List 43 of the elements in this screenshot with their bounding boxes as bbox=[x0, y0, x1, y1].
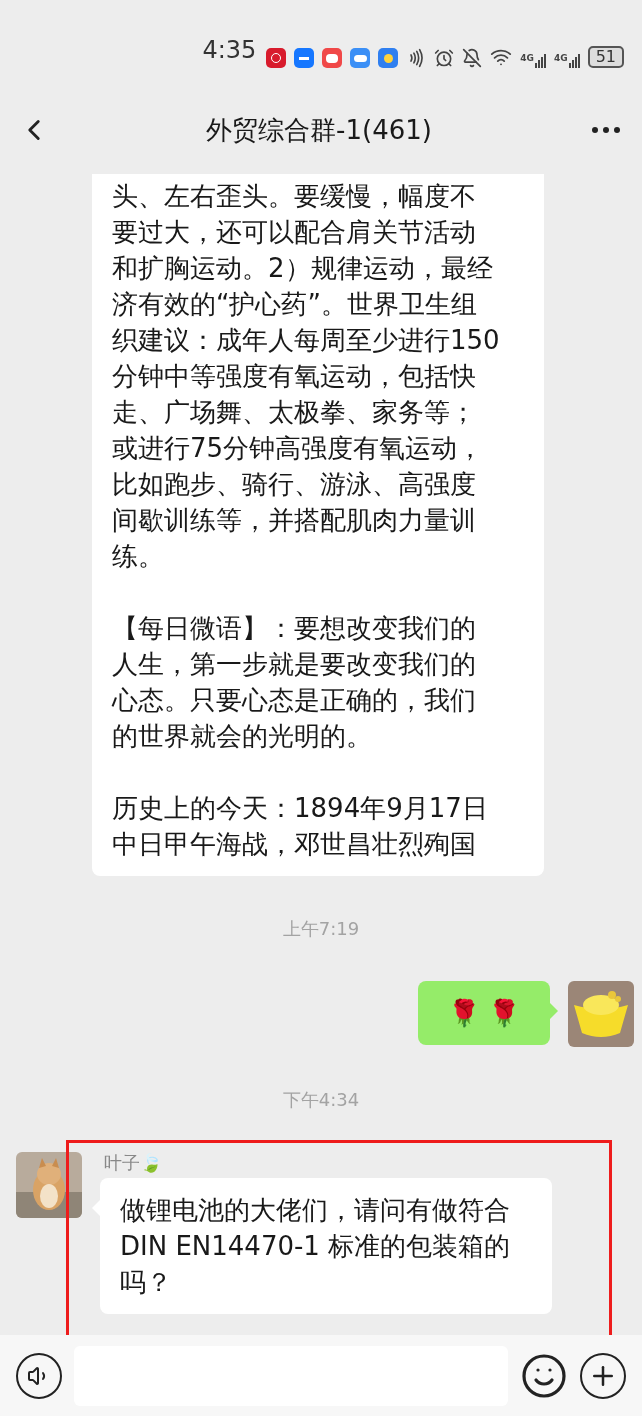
message-bubble[interactable]: 做锂电池的大佬们，请问有做符合 DIN EN14470-1 标准的包装箱的 吗？ bbox=[100, 1178, 552, 1314]
chat-title: 外贸综合群-1(461) bbox=[206, 113, 432, 147]
message-text: 和扩胸运动。2）规律运动，最经 bbox=[112, 252, 494, 285]
message-text: 中日甲午海战，邓世昌壮烈殉国 bbox=[112, 828, 477, 861]
message-text: 【每日微语】：要想改变我们的 bbox=[112, 612, 477, 645]
timestamp: 上午7:19 bbox=[282, 917, 360, 941]
message-text: 分钟中等强度有氧运动，包括快 bbox=[112, 360, 477, 393]
message-text: 头、左右歪头。要缓慢，幅度不 bbox=[112, 180, 477, 213]
signal-indicator: 4G bbox=[520, 54, 546, 68]
voice-button[interactable] bbox=[16, 1352, 62, 1399]
message-text: 走、广场舞、太极拳、家务等； bbox=[112, 396, 477, 429]
timestamp: 下午4:34 bbox=[282, 1088, 360, 1112]
message-text: DIN EN14470-1 标准的包装箱的 bbox=[120, 1230, 512, 1263]
app-notification-icon bbox=[322, 48, 343, 68]
bell-off-icon bbox=[462, 48, 483, 68]
app-notification-icon bbox=[266, 48, 287, 68]
emoji-button[interactable] bbox=[520, 1351, 568, 1400]
message-bubble[interactable]: 🌹 🌹 bbox=[417, 981, 550, 1045]
signal-indicator: 4G bbox=[554, 54, 580, 68]
add-button[interactable] bbox=[580, 1352, 626, 1399]
sender-name: 叶子🍃 bbox=[103, 1152, 162, 1174]
message-text: 人生，第一步就是要改变我们的 bbox=[112, 648, 477, 681]
app-notification-icon bbox=[378, 48, 399, 68]
app-notification-icon bbox=[350, 48, 371, 68]
message-text: 或进行75分钟高强度有氧运动， bbox=[112, 432, 485, 465]
message-text: 心态。只要心态是正确的，我们 bbox=[112, 684, 477, 717]
status-time: 4:35 bbox=[202, 35, 257, 66]
message-text: 吗？ bbox=[120, 1266, 173, 1299]
message-text: 历史上的今天：1894年9月17日 bbox=[112, 792, 489, 825]
message-text: 比如跑步、骑行、游泳、高强度 bbox=[112, 468, 477, 501]
message-text: 间歇训练等，并搭配肌肉力量训 bbox=[112, 504, 477, 537]
message-text: 要过大，还可以配合肩关节活动 bbox=[112, 216, 477, 249]
emoji-icon bbox=[520, 1351, 568, 1400]
message-text: 做锂电池的大佬们，请问有做符合 bbox=[120, 1194, 511, 1227]
alarm-icon bbox=[434, 48, 455, 68]
battery-indicator: 51 bbox=[587, 46, 624, 68]
more-icon bbox=[592, 127, 620, 133]
app-notification-icon bbox=[294, 48, 315, 68]
message-text: 织建议：成年人每周至少进行150 bbox=[112, 324, 501, 357]
message-text: 的世界就会的光明的。 bbox=[112, 720, 373, 753]
message-text: 练。 bbox=[112, 540, 165, 573]
message-text: 济有效的“护心药”。世界卫生组 bbox=[112, 288, 478, 321]
message-text: 🌹 🌹 bbox=[447, 997, 520, 1030]
